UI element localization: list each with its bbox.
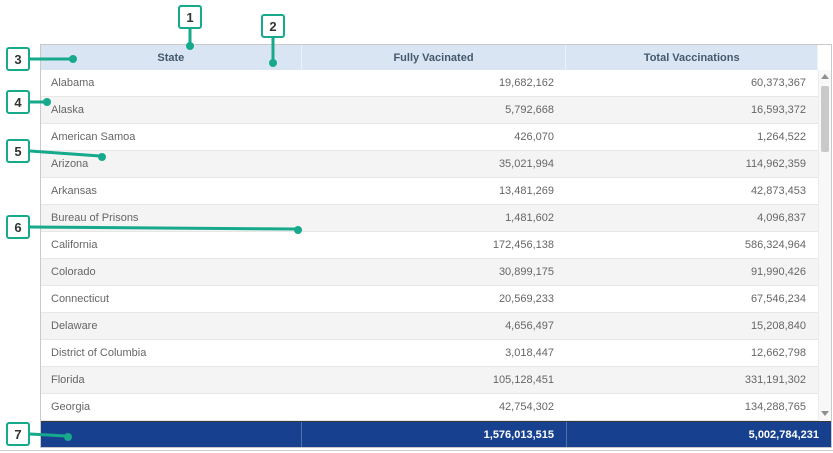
state-cell: Arkansas — [41, 178, 301, 204]
state-cell: Connecticut — [41, 286, 301, 312]
state-cell: Georgia — [41, 394, 301, 420]
table-body: Alabama 19,682,162 60,373,367 Alaska 5,7… — [41, 70, 831, 421]
total-vaccinations-cell: 586,324,964 — [566, 232, 818, 258]
state-cell: Delaware — [41, 313, 301, 339]
total-vaccinations-cell: 15,208,840 — [566, 313, 818, 339]
page-bottom-border — [0, 450, 833, 451]
annotation-box-4: 4 — [6, 90, 30, 114]
screenshot-stage: State Fully Vacinated Total Vaccinations… — [0, 0, 833, 453]
fully-vaccinated-cell: 20,569,233 — [301, 286, 566, 312]
table-header-row: State Fully Vacinated Total Vaccinations — [41, 45, 831, 70]
table-row[interactable]: Alaska 5,792,668 16,593,372 — [41, 97, 831, 124]
state-cell: Arizona — [41, 151, 301, 177]
annotation-box-1: 1 — [178, 5, 202, 29]
annotation-box-6: 6 — [6, 215, 30, 239]
annotation-box-2: 2 — [261, 14, 285, 38]
fully-vaccinated-cell: 4,656,497 — [301, 313, 566, 339]
table-row[interactable]: California 172,456,138 586,324,964 — [41, 232, 831, 259]
table-row[interactable]: Florida 105,128,451 331,191,302 — [41, 367, 831, 394]
total-vaccinations-cell: 91,990,426 — [566, 259, 818, 285]
total-total-vaccinations-cell: 5,002,784,231 — [566, 422, 831, 447]
table-row[interactable]: Arizona 35,021,994 114,962,359 — [41, 151, 831, 178]
column-header-state[interactable]: State — [41, 45, 301, 70]
state-cell: Bureau of Prisons — [41, 205, 301, 231]
table-row[interactable]: American Samoa 426,070 1,264,522 — [41, 124, 831, 151]
total-vaccinations-cell: 16,593,372 — [566, 97, 818, 123]
fully-vaccinated-cell: 42,754,302 — [301, 394, 566, 420]
table-row[interactable]: Colorado 30,899,175 91,990,426 — [41, 259, 831, 286]
state-cell: Colorado — [41, 259, 301, 285]
total-vaccinations-cell: 42,873,453 — [566, 178, 818, 204]
fully-vaccinated-cell: 19,682,162 — [301, 70, 566, 96]
vertical-scrollbar[interactable] — [818, 70, 831, 421]
fully-vaccinated-cell: 35,021,994 — [301, 151, 566, 177]
scrollbar-thumb[interactable] — [821, 86, 829, 152]
table-row[interactable]: Georgia 42,754,302 134,288,765 — [41, 394, 831, 421]
state-cell: Alaska — [41, 97, 301, 123]
total-vaccinations-cell: 331,191,302 — [566, 367, 818, 393]
fully-vaccinated-cell: 30,899,175 — [301, 259, 566, 285]
fully-vaccinated-cell: 1,481,602 — [301, 205, 566, 231]
table-row[interactable]: Alabama 19,682,162 60,373,367 — [41, 70, 831, 97]
fully-vaccinated-cell: 5,792,668 — [301, 97, 566, 123]
table-row[interactable]: Bureau of Prisons 1,481,602 4,096,837 — [41, 205, 831, 232]
fully-vaccinated-cell: 3,018,447 — [301, 340, 566, 366]
total-vaccinations-cell: 114,962,359 — [566, 151, 818, 177]
fully-vaccinated-cell: 105,128,451 — [301, 367, 566, 393]
total-vaccinations-cell: 4,096,837 — [566, 205, 818, 231]
total-vaccinations-cell: 1,264,522 — [566, 124, 818, 150]
scrollbar-up-arrow-icon[interactable] — [819, 70, 832, 84]
table-row[interactable]: Connecticut 20,569,233 67,546,234 — [41, 286, 831, 313]
state-cell: District of Columbia — [41, 340, 301, 366]
state-cell: Florida — [41, 367, 301, 393]
annotation-box-7: 7 — [6, 422, 30, 446]
state-cell: California — [41, 232, 301, 258]
fully-vaccinated-cell: 13,481,269 — [301, 178, 566, 204]
table-row[interactable]: Delaware 4,656,497 15,208,840 — [41, 313, 831, 340]
table-total-row: 1,576,013,515 5,002,784,231 — [41, 421, 831, 447]
total-vaccinations-cell: 12,662,798 — [566, 340, 818, 366]
total-vaccinations-cell: 134,288,765 — [566, 394, 818, 420]
total-fully-vaccinated-cell: 1,576,013,515 — [301, 422, 566, 447]
annotation-box-5: 5 — [6, 139, 30, 163]
column-header-total-vaccinations[interactable]: Total Vaccinations — [565, 45, 817, 70]
vaccination-table: State Fully Vacinated Total Vaccinations… — [40, 44, 832, 448]
header-scrollbar-spacer — [817, 45, 831, 70]
total-vaccinations-cell: 60,373,367 — [566, 70, 818, 96]
table-row[interactable]: Arkansas 13,481,269 42,873,453 — [41, 178, 831, 205]
scrollbar-down-arrow-icon[interactable] — [819, 407, 832, 421]
fully-vaccinated-cell: 172,456,138 — [301, 232, 566, 258]
table-row[interactable]: District of Columbia 3,018,447 12,662,79… — [41, 340, 831, 367]
annotation-box-3: 3 — [6, 47, 30, 71]
fully-vaccinated-cell: 426,070 — [301, 124, 566, 150]
column-header-fully-vaccinated[interactable]: Fully Vacinated — [301, 45, 566, 70]
state-cell: American Samoa — [41, 124, 301, 150]
state-cell: Alabama — [41, 70, 301, 96]
total-vaccinations-cell: 67,546,234 — [566, 286, 818, 312]
total-label-cell — [41, 422, 301, 447]
